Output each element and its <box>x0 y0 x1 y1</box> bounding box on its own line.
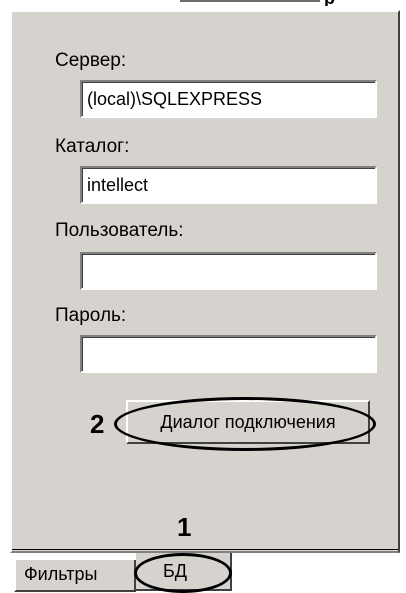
db-settings-panel: Сервер: (local)\SQLEXPRESS Каталог: inte… <box>10 10 400 553</box>
server-field[interactable]: (local)\SQLEXPRESS <box>80 80 377 118</box>
password-label: Пароль: <box>55 305 127 326</box>
tab-filters[interactable]: Фильтры <box>14 560 136 592</box>
catalog-field[interactable]: intellect <box>80 166 377 204</box>
user-field[interactable] <box>80 252 377 290</box>
tab-db[interactable]: БД <box>136 553 232 591</box>
top-cutoff-caption: р <box>0 0 406 6</box>
connect-dialog-button[interactable]: Диалог подключения <box>126 400 370 444</box>
cutoff-text: р <box>324 0 335 6</box>
password-field[interactable] <box>80 335 377 373</box>
callout-number-1: 1 <box>177 512 192 542</box>
cutoff-line <box>180 0 320 2</box>
user-label: Пользователь: <box>55 220 184 241</box>
catalog-label: Каталог: <box>55 136 130 157</box>
callout-number-2: 2 <box>90 409 105 439</box>
tab-strip-divider <box>12 549 398 550</box>
server-label: Сервер: <box>55 50 127 71</box>
